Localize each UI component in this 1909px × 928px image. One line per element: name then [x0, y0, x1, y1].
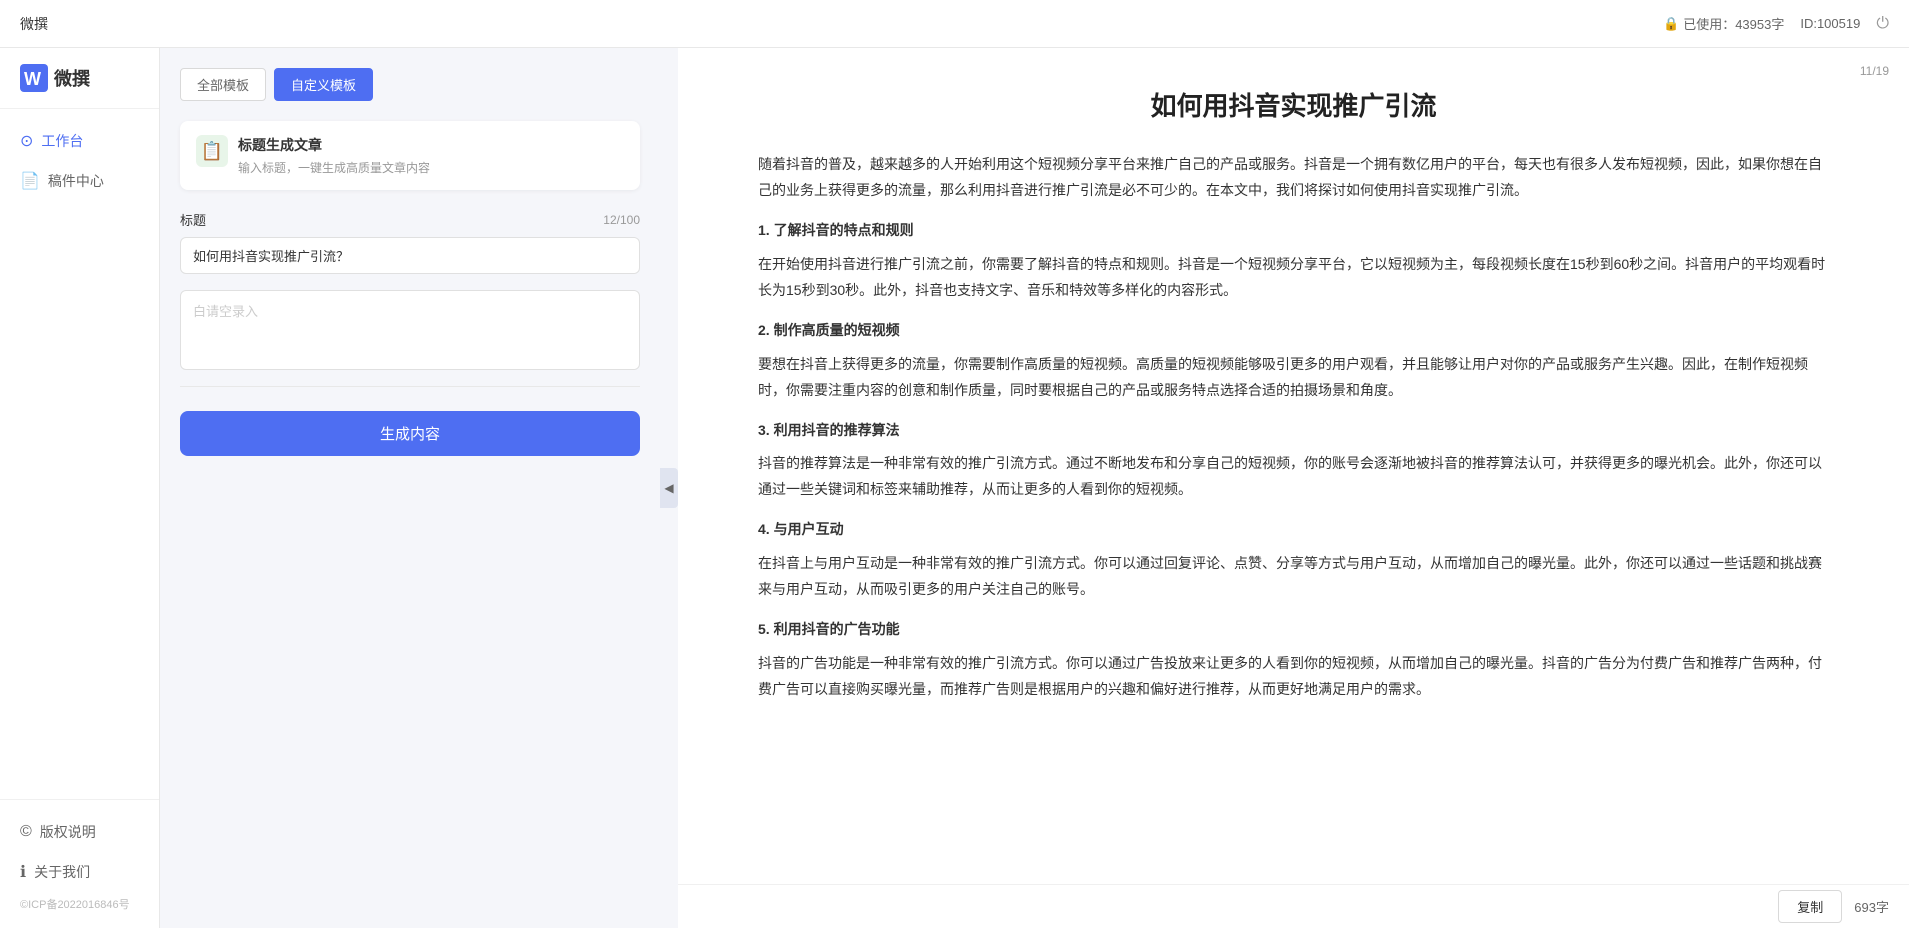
left-panel: 全部模板 自定义模板 📋 标题生成文章 输入标题，一键生成高质量文章内容 标题 … [160, 48, 660, 928]
usage-text: 已使用：43953字 [1683, 14, 1784, 33]
right-panel: 11/19 如何用抖音实现推广引流 随着抖音的普及，越来越多的人开始利用这个短视… [678, 48, 1909, 928]
user-id-text: ID:100519 [1800, 16, 1860, 31]
tab-row: 全部模板 自定义模板 [180, 68, 640, 101]
section-3-title: 3. 利用抖音的推荐算法 [758, 418, 1829, 444]
section-5-title: 5. 利用抖音的广告功能 [758, 617, 1829, 643]
word-count: 693字 [1854, 897, 1889, 916]
content-area: 11/19 如何用抖音实现推广引流 随着抖音的普及，越来越多的人开始利用这个短视… [678, 48, 1909, 884]
tab-custom-templates[interactable]: 自定义模板 [274, 68, 373, 101]
copy-button[interactable]: 复制 [1778, 890, 1842, 923]
drafts-icon: 📄 [20, 171, 40, 191]
logo-area: W 微撰 [0, 48, 159, 109]
about-icon: ℹ [20, 862, 26, 882]
sidebar: W 微撰 ⊙ 工作台 📄 稿件中心 © 版权说明 ℹ 关于我们 [0, 48, 160, 928]
template-card-icon: 📋 [196, 135, 228, 167]
sidebar-item-drafts[interactable]: 📄 稿件中心 [0, 161, 159, 201]
icp-text: ©ICP备2022016846号 [0, 892, 159, 916]
workbench-icon: ⊙ [20, 131, 33, 151]
topbar-title: 微撰 [20, 14, 48, 34]
logo-icon: W [20, 64, 48, 92]
sidebar-drafts-label: 稿件中心 [48, 171, 104, 191]
section-4-title: 4. 与用户互动 [758, 517, 1829, 543]
title-input[interactable] [180, 237, 640, 274]
topbar: 微撰 🔒 已使用：43953字 ID:100519 ⏻ [0, 0, 1909, 48]
topbar-right: 🔒 已使用：43953字 ID:100519 ⏻ [1663, 14, 1889, 33]
generate-button[interactable]: 生成内容 [180, 411, 640, 456]
logo-text: 微撰 [54, 65, 90, 91]
sidebar-about-label: 关于我们 [34, 862, 90, 882]
form-title-section: 标题 12/100 [180, 210, 640, 274]
logout-icon[interactable]: ⏻ [1876, 15, 1889, 33]
page-counter: 11/19 [1860, 64, 1889, 78]
template-card[interactable]: 📋 标题生成文章 输入标题，一键生成高质量文章内容 [180, 121, 640, 190]
section-2-text: 要想在抖音上获得更多的流量，你需要制作高质量的短视频。高质量的短视频能够吸引更多… [758, 352, 1829, 404]
title-count: 12/100 [603, 213, 640, 227]
template-info: 标题生成文章 输入标题，一键生成高质量文章内容 [238, 135, 430, 176]
sidebar-item-copyright[interactable]: © 版权说明 [0, 812, 159, 852]
copyright-icon: © [20, 823, 32, 841]
sidebar-item-workbench[interactable]: ⊙ 工作台 [0, 121, 159, 161]
sidebar-workbench-label: 工作台 [41, 131, 83, 151]
sidebar-copyright-label: 版权说明 [40, 822, 96, 842]
tab-all-templates[interactable]: 全部模板 [180, 68, 266, 101]
section-2-title: 2. 制作高质量的短视频 [758, 318, 1829, 344]
template-name: 标题生成文章 [238, 135, 430, 155]
intro-paragraph: 随着抖音的普及，越来越多的人开始利用这个短视频分享平台来推广自己的产品或服务。抖… [758, 152, 1829, 204]
sidebar-item-about[interactable]: ℹ 关于我们 [0, 852, 159, 892]
form-label-row: 标题 12/100 [180, 210, 640, 229]
sidebar-bottom: © 版权说明 ℹ 关于我们 ©ICP备2022016846号 [0, 799, 159, 928]
placeholder-text: 白请空录入 [193, 304, 258, 319]
article-title: 如何用抖音实现推广引流 [758, 88, 1829, 124]
usage-display: 🔒 已使用：43953字 [1663, 14, 1784, 33]
section-1-title: 1. 了解抖音的特点和规则 [758, 218, 1829, 244]
section-4-text: 在抖音上与用户互动是一种非常有效的推广引流方式。你可以通过回复评论、点赞、分享等… [758, 551, 1829, 603]
content-footer: 复制 693字 [678, 884, 1909, 928]
section-3-text: 抖音的推荐算法是一种非常有效的推广引流方式。通过不断地发布和分享自己的短视频，你… [758, 451, 1829, 503]
collapse-toggle[interactable]: ◀ [660, 468, 678, 508]
usage-icon: 🔒 [1663, 16, 1679, 32]
template-desc: 输入标题，一键生成高质量文章内容 [238, 159, 430, 176]
svg-text:W: W [24, 69, 41, 89]
title-label: 标题 [180, 210, 206, 229]
divider [180, 386, 640, 387]
form-placeholder-area: 白请空录入 [180, 290, 640, 370]
section-1-text: 在开始使用抖音进行推广引流之前，你需要了解抖音的特点和规则。抖音是一个短视频分享… [758, 252, 1829, 304]
section-5-text: 抖音的广告功能是一种非常有效的推广引流方式。你可以通过广告投放来让更多的人看到你… [758, 651, 1829, 703]
sidebar-nav: ⊙ 工作台 📄 稿件中心 [0, 109, 159, 799]
main-layout: W 微撰 ⊙ 工作台 📄 稿件中心 © 版权说明 ℹ 关于我们 [0, 48, 1909, 928]
article-body: 随着抖音的普及，越来越多的人开始利用这个短视频分享平台来推广自己的产品或服务。抖… [758, 152, 1829, 702]
